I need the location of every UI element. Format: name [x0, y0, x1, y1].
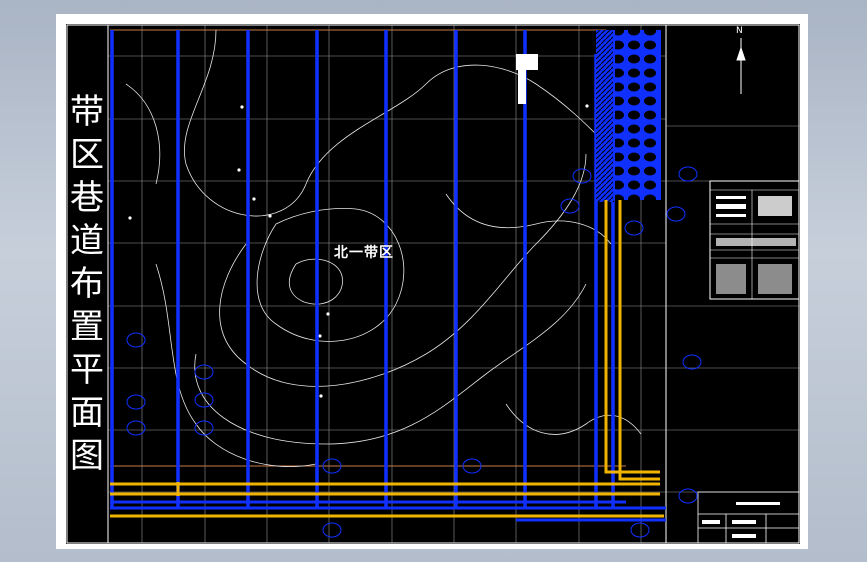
- title-char: 置: [70, 306, 104, 347]
- title-char: 带: [70, 91, 104, 132]
- north-label: N: [736, 26, 743, 36]
- north-arrow-icon: [736, 38, 746, 94]
- title-char: 图: [70, 435, 104, 476]
- drawing-title-vertical: 带 区 巷 道 布 置 平 面 图: [66, 24, 108, 544]
- title-char: 巷: [70, 177, 104, 218]
- title-char: 道: [70, 220, 104, 261]
- main-roadway-ovals: [614, 30, 660, 200]
- title-char: 布: [70, 263, 104, 304]
- legend-table: [709, 180, 800, 300]
- cad-drawing-area[interactable]: [66, 24, 800, 544]
- station-circles: [126, 166, 702, 538]
- title-char: 区: [70, 134, 104, 175]
- title-block-text-marks: [702, 502, 780, 538]
- title-char: 面: [70, 392, 104, 433]
- main-roadway-hatch: [596, 30, 614, 202]
- zone-label: 北一带区: [334, 245, 394, 261]
- plan-svg: [66, 24, 800, 544]
- blue-roadways: [110, 30, 615, 508]
- coordinate-grid: [108, 25, 800, 543]
- title-char: 平: [70, 349, 104, 390]
